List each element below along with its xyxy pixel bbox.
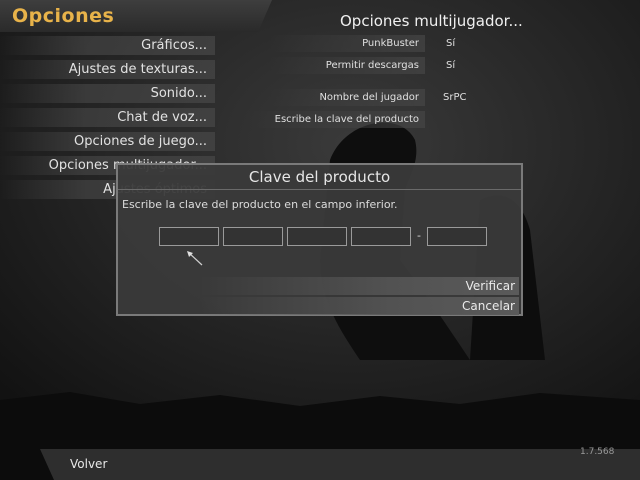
back-button[interactable]: Volver (70, 457, 107, 471)
menu-item-chat-voz[interactable]: Chat de voz... (0, 108, 215, 127)
multiplayer-title: Opciones multijugador... (340, 12, 523, 30)
key-field-2[interactable] (223, 227, 283, 246)
key-field-1[interactable] (159, 227, 219, 246)
footer-bar (40, 449, 640, 480)
option-clave-label[interactable]: Escribe la clave del producto (250, 111, 425, 128)
option-descargas-label[interactable]: Permitir descargas (270, 57, 425, 74)
option-punkbuster-label[interactable]: PunkBuster (270, 35, 425, 52)
page-title: Opciones (12, 5, 115, 27)
dialog-title: Clave del producto (248, 168, 391, 186)
menu-item-graficos[interactable]: Gráficos... (0, 36, 215, 55)
option-descargas-value[interactable]: Sí (446, 57, 455, 74)
option-nombre-label[interactable]: Nombre del jugador (270, 89, 425, 106)
option-punkbuster-value[interactable]: Sí (446, 35, 455, 52)
menu-item-opciones-juego[interactable]: Opciones de juego... (0, 132, 215, 151)
option-nombre-value[interactable]: SrPC (443, 89, 466, 106)
mouse-cursor-icon (187, 251, 203, 266)
cancel-button[interactable]: Cancelar (199, 297, 519, 315)
version-label: 1.7.568 (580, 447, 615, 457)
key-separator: - (417, 229, 421, 242)
key-field-3[interactable] (287, 227, 347, 246)
menu-item-sonido[interactable]: Sonido... (0, 84, 215, 103)
key-field-4[interactable] (351, 227, 411, 246)
dialog-divider (118, 189, 521, 190)
key-field-5[interactable] (427, 227, 487, 246)
dialog-instruction: Escribe la clave del producto en el camp… (122, 198, 398, 211)
menu-item-ajustes-texturas[interactable]: Ajustes de texturas... (0, 60, 215, 79)
product-key-dialog: Clave del producto Escribe la clave del … (116, 163, 523, 316)
verify-button[interactable]: Verificar (199, 277, 519, 295)
